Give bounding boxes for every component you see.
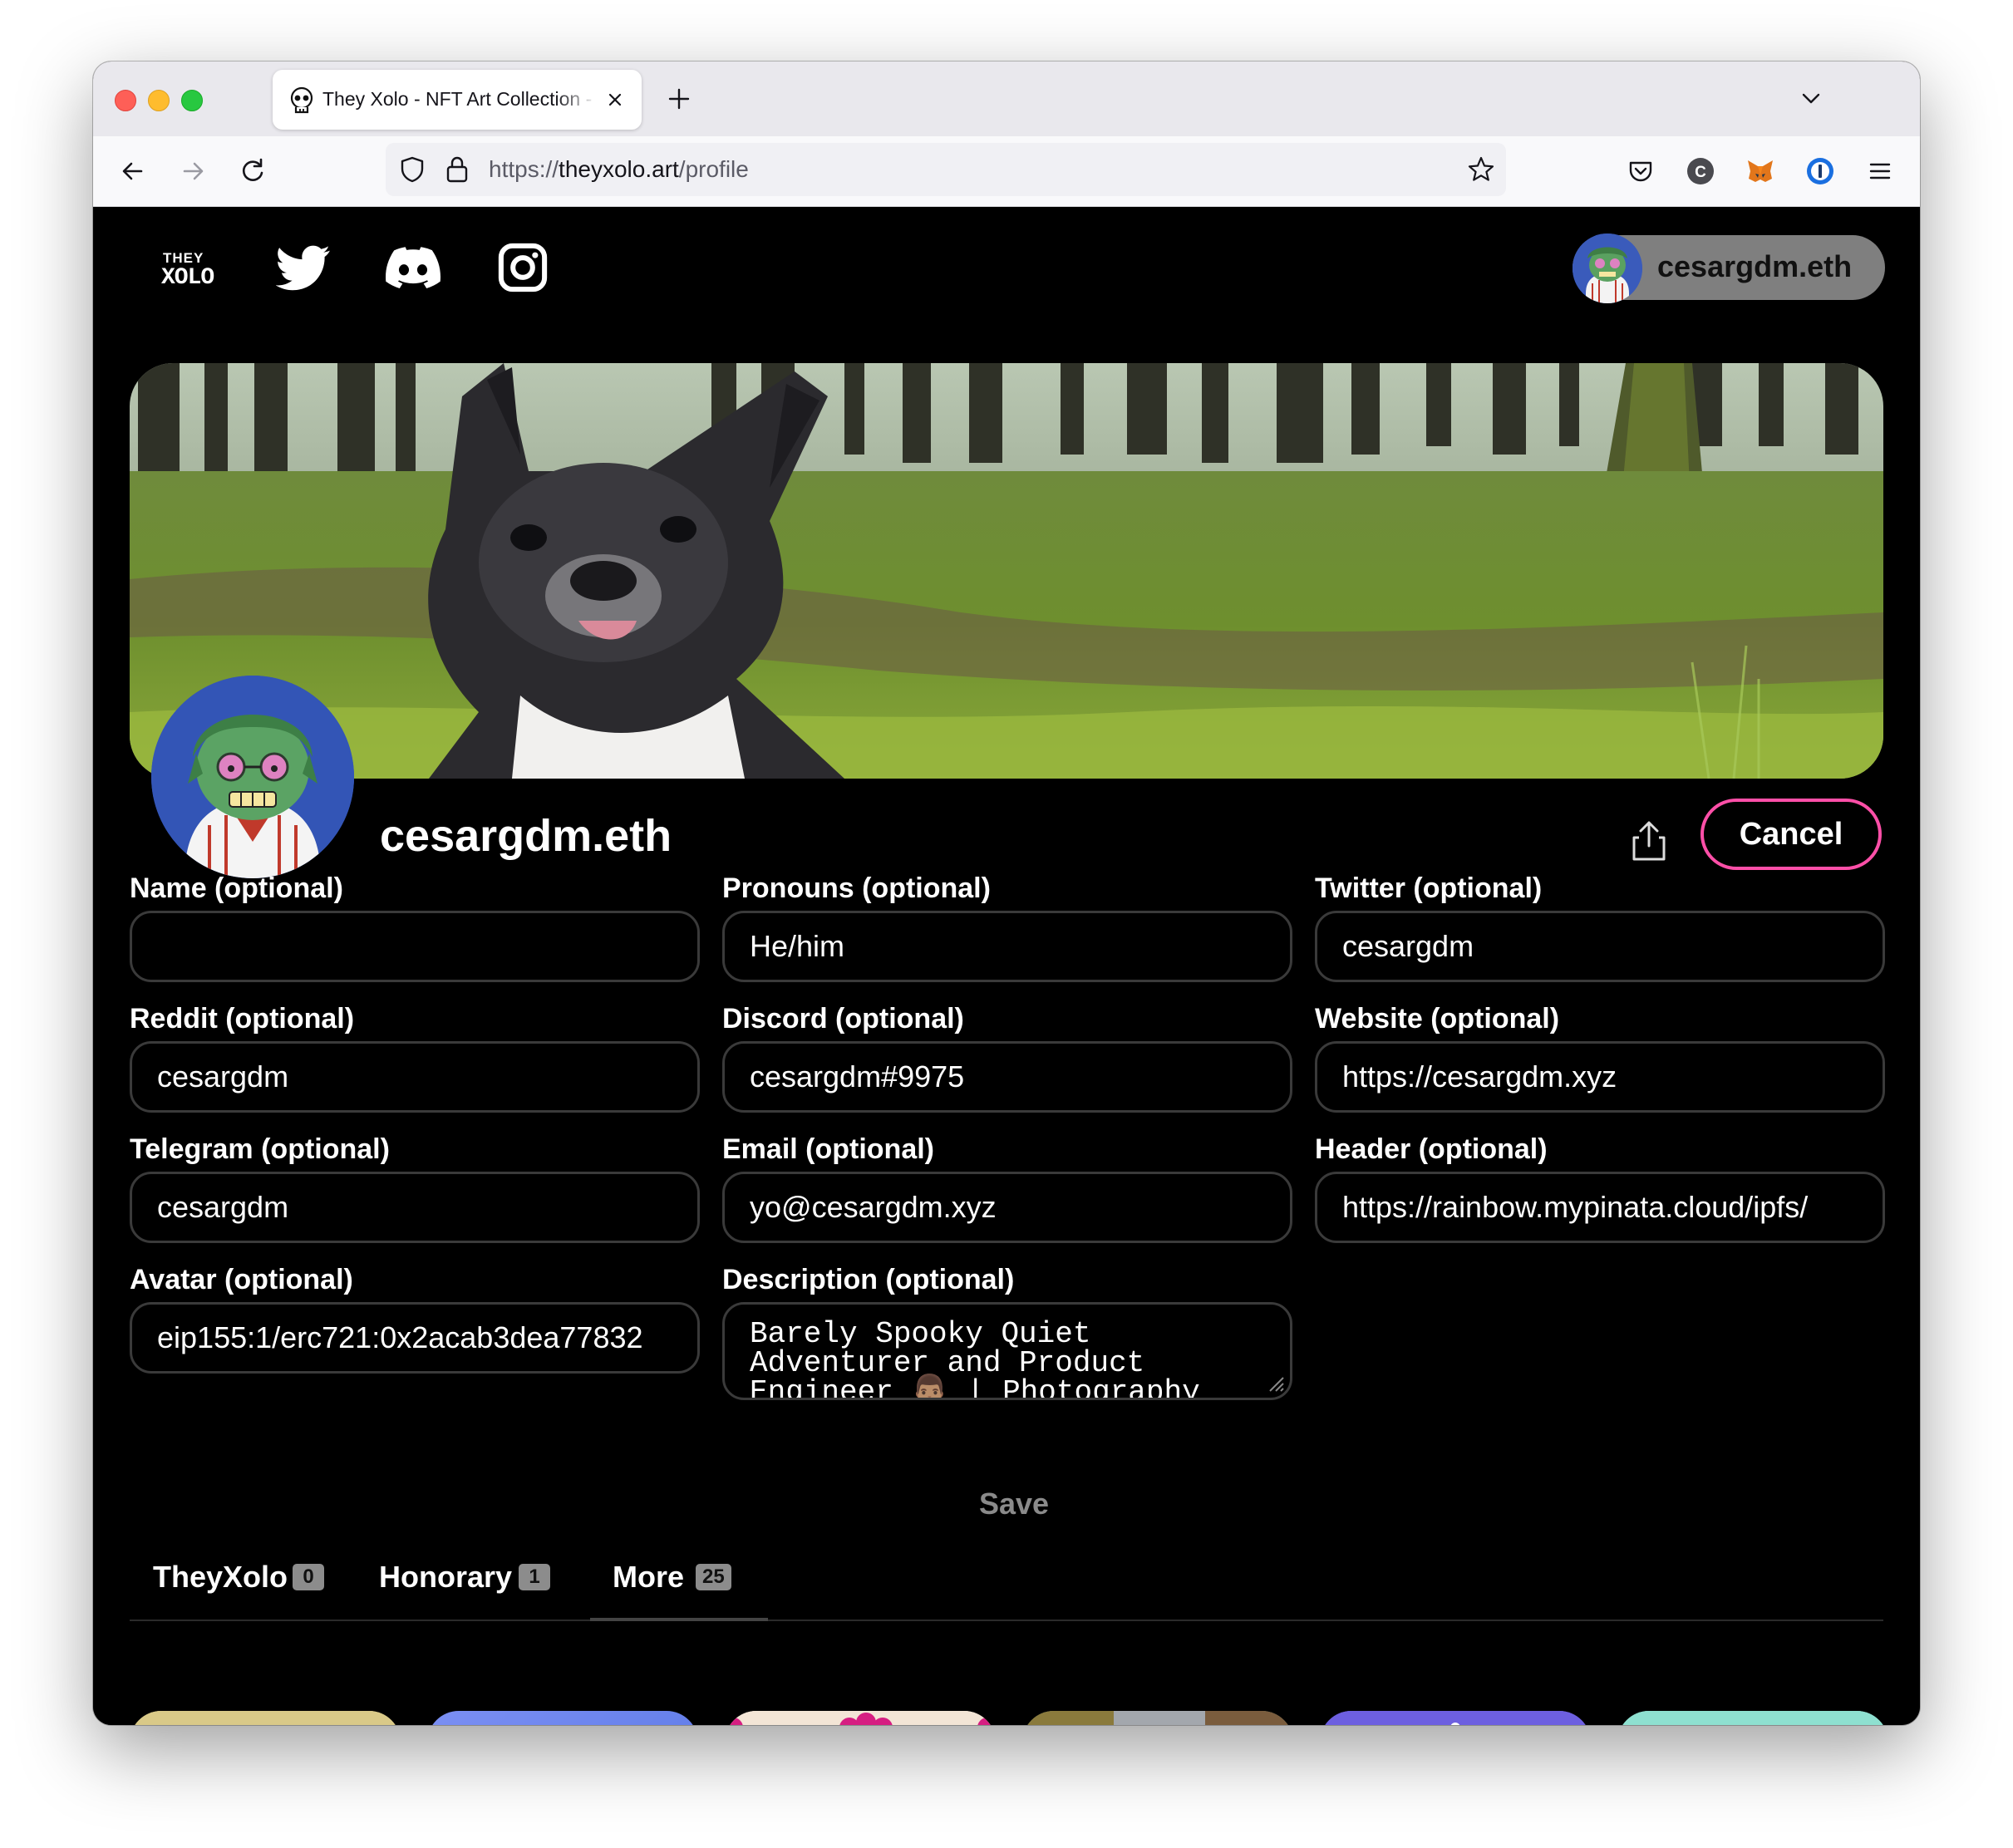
reddit-input[interactable]: cesargdm [130, 1041, 700, 1113]
tab-label: TheyXolo [153, 1560, 288, 1594]
account-name: cesargdm.eth [1657, 249, 1853, 283]
minimize-window-button[interactable] [148, 90, 170, 111]
description-text: Barely Spooky Quiet Adventurer and Produ… [750, 1317, 1200, 1400]
website-field: Website (optional) https://cesargdm.xyz [1315, 1001, 1885, 1113]
chevron-down-icon[interactable] [1797, 85, 1825, 113]
they-xolo-logo[interactable]: THEY XOLO [161, 250, 216, 292]
field-label: Twitter (optional) [1315, 872, 1543, 904]
nft-card[interactable] [427, 1711, 698, 1725]
field-label: Header (optional) [1315, 1133, 1548, 1165]
count-badge: 1 [519, 1564, 550, 1590]
pronouns-input[interactable]: He/him [722, 911, 1292, 982]
field-label: Email (optional) [722, 1133, 934, 1165]
field-label: Description (optional) [722, 1264, 1015, 1295]
description-field: Description (optional) Barely Spooky Qui… [722, 1262, 1292, 1400]
tab-more[interactable]: More 25 [590, 1536, 768, 1621]
tab-label: Honorary [379, 1560, 513, 1594]
profile-header-image [130, 363, 1883, 779]
star-icon[interactable] [1466, 155, 1496, 184]
plus-icon[interactable] [663, 83, 695, 115]
menu-icon[interactable] [1863, 155, 1897, 188]
avatar [1573, 233, 1642, 303]
twitter-input[interactable]: cesargdm [1315, 911, 1885, 982]
instagram-icon[interactable] [495, 240, 550, 295]
name-input[interactable] [130, 911, 700, 982]
tab-title: They Xolo - NFT Art Collection - [322, 88, 593, 110]
header-input[interactable]: https://rainbow.mypinata.cloud/ipfs/ [1315, 1172, 1885, 1243]
onepassword-icon[interactable] [1804, 155, 1837, 188]
discord-icon[interactable] [386, 240, 440, 295]
nft-card[interactable] [1320, 1711, 1591, 1725]
field-label: Name (optional) [130, 872, 343, 904]
url-bar[interactable]: https://theyxolo.art/profile [386, 143, 1506, 196]
svg-text:C: C [1695, 164, 1706, 181]
tab-bar: They Xolo - NFT Art Collection - [93, 61, 1920, 136]
field-label: Avatar (optional) [130, 1264, 353, 1295]
c-extension-icon[interactable]: C [1684, 155, 1717, 188]
close-window-button[interactable] [115, 90, 136, 111]
resize-grip-icon[interactable] [1267, 1374, 1285, 1393]
cancel-button[interactable]: Cancel [1700, 799, 1882, 870]
share-icon[interactable] [1624, 816, 1674, 866]
tab-honorary[interactable]: Honorary 1 [379, 1536, 570, 1619]
field-label: Website (optional) [1315, 1003, 1560, 1035]
nft-card[interactable] [130, 1711, 401, 1725]
field-label: Pronouns (optional) [722, 872, 991, 904]
close-icon[interactable] [603, 88, 627, 111]
url-host: theyxolo.art [559, 156, 679, 182]
reload-icon[interactable] [234, 153, 271, 189]
pocket-icon[interactable] [1624, 155, 1657, 188]
url-scheme: https:// [489, 156, 559, 182]
profile-avatar[interactable] [151, 676, 354, 878]
url-path: /profile [678, 156, 749, 182]
browser-tab[interactable]: They Xolo - NFT Art Collection - [273, 70, 642, 130]
metamask-icon[interactable] [1744, 155, 1777, 188]
description-textarea[interactable]: Barely Spooky Quiet Adventurer and Produ… [722, 1302, 1292, 1400]
navigation-bar: https://theyxolo.art/profile C [93, 136, 1920, 207]
logo-bottom: XOLO [161, 265, 214, 291]
url-text[interactable]: https://theyxolo.art/profile [489, 156, 749, 183]
collection-tabs: TheyXolo 0 Honorary 1 More 25 [130, 1536, 1883, 1621]
nft-card[interactable] [1617, 1711, 1888, 1725]
pronouns-field: Pronouns (optional) He/him [722, 871, 1292, 982]
discord-field: Discord (optional) cesargdm#9975 [722, 1001, 1292, 1113]
zoom-window-button[interactable] [181, 90, 203, 111]
forward-icon[interactable] [175, 153, 211, 189]
account-button[interactable]: cesargdm.eth [1573, 233, 1885, 303]
count-badge: 25 [696, 1564, 731, 1590]
avatar-input[interactable]: eip155:1/erc721:0x2acab3dea77832 [130, 1302, 700, 1374]
tab-label: More [613, 1560, 685, 1594]
field-label: Reddit (optional) [130, 1003, 355, 1035]
reddit-field: Reddit (optional) cesargdm [130, 1001, 700, 1113]
discord-input[interactable]: cesargdm#9975 [722, 1041, 1292, 1113]
nft-card[interactable] [725, 1711, 996, 1725]
tab-theyxolo[interactable]: TheyXolo 0 [153, 1536, 344, 1619]
avatar-field: Avatar (optional) eip155:1/erc721:0x2aca… [130, 1262, 700, 1374]
email-input[interactable]: yo@cesargdm.xyz [722, 1172, 1292, 1243]
telegram-field: Telegram (optional) cesargdm [130, 1132, 700, 1243]
twitter-icon[interactable] [276, 240, 331, 295]
back-icon[interactable] [115, 153, 151, 189]
skull-favicon [290, 86, 313, 114]
shield-icon[interactable] [397, 155, 427, 184]
field-label: Discord (optional) [722, 1003, 964, 1035]
lock-icon[interactable] [444, 155, 470, 184]
save-button[interactable]: Save [956, 1481, 1072, 1527]
header-field: Header (optional) https://rainbow.mypina… [1315, 1132, 1885, 1243]
browser-window: They Xolo - NFT Art Collection - https:/… [93, 61, 1920, 1725]
field-label: Telegram (optional) [130, 1133, 390, 1165]
twitter-field: Twitter (optional) cesargdm [1315, 871, 1885, 982]
telegram-input[interactable]: cesargdm [130, 1172, 700, 1243]
nft-card[interactable] [1022, 1711, 1293, 1725]
email-field: Email (optional) yo@cesargdm.xyz [722, 1132, 1292, 1243]
logo-top: THEY [163, 250, 204, 266]
count-badge: 0 [293, 1564, 324, 1590]
name-field: Name (optional) [130, 871, 700, 982]
profile-display-name: cesargdm.eth [380, 811, 672, 861]
page-content: THEY XOLO cesargdm.eth cesargdm.eth Canc… [93, 207, 1920, 1725]
website-input[interactable]: https://cesargdm.xyz [1315, 1041, 1885, 1113]
